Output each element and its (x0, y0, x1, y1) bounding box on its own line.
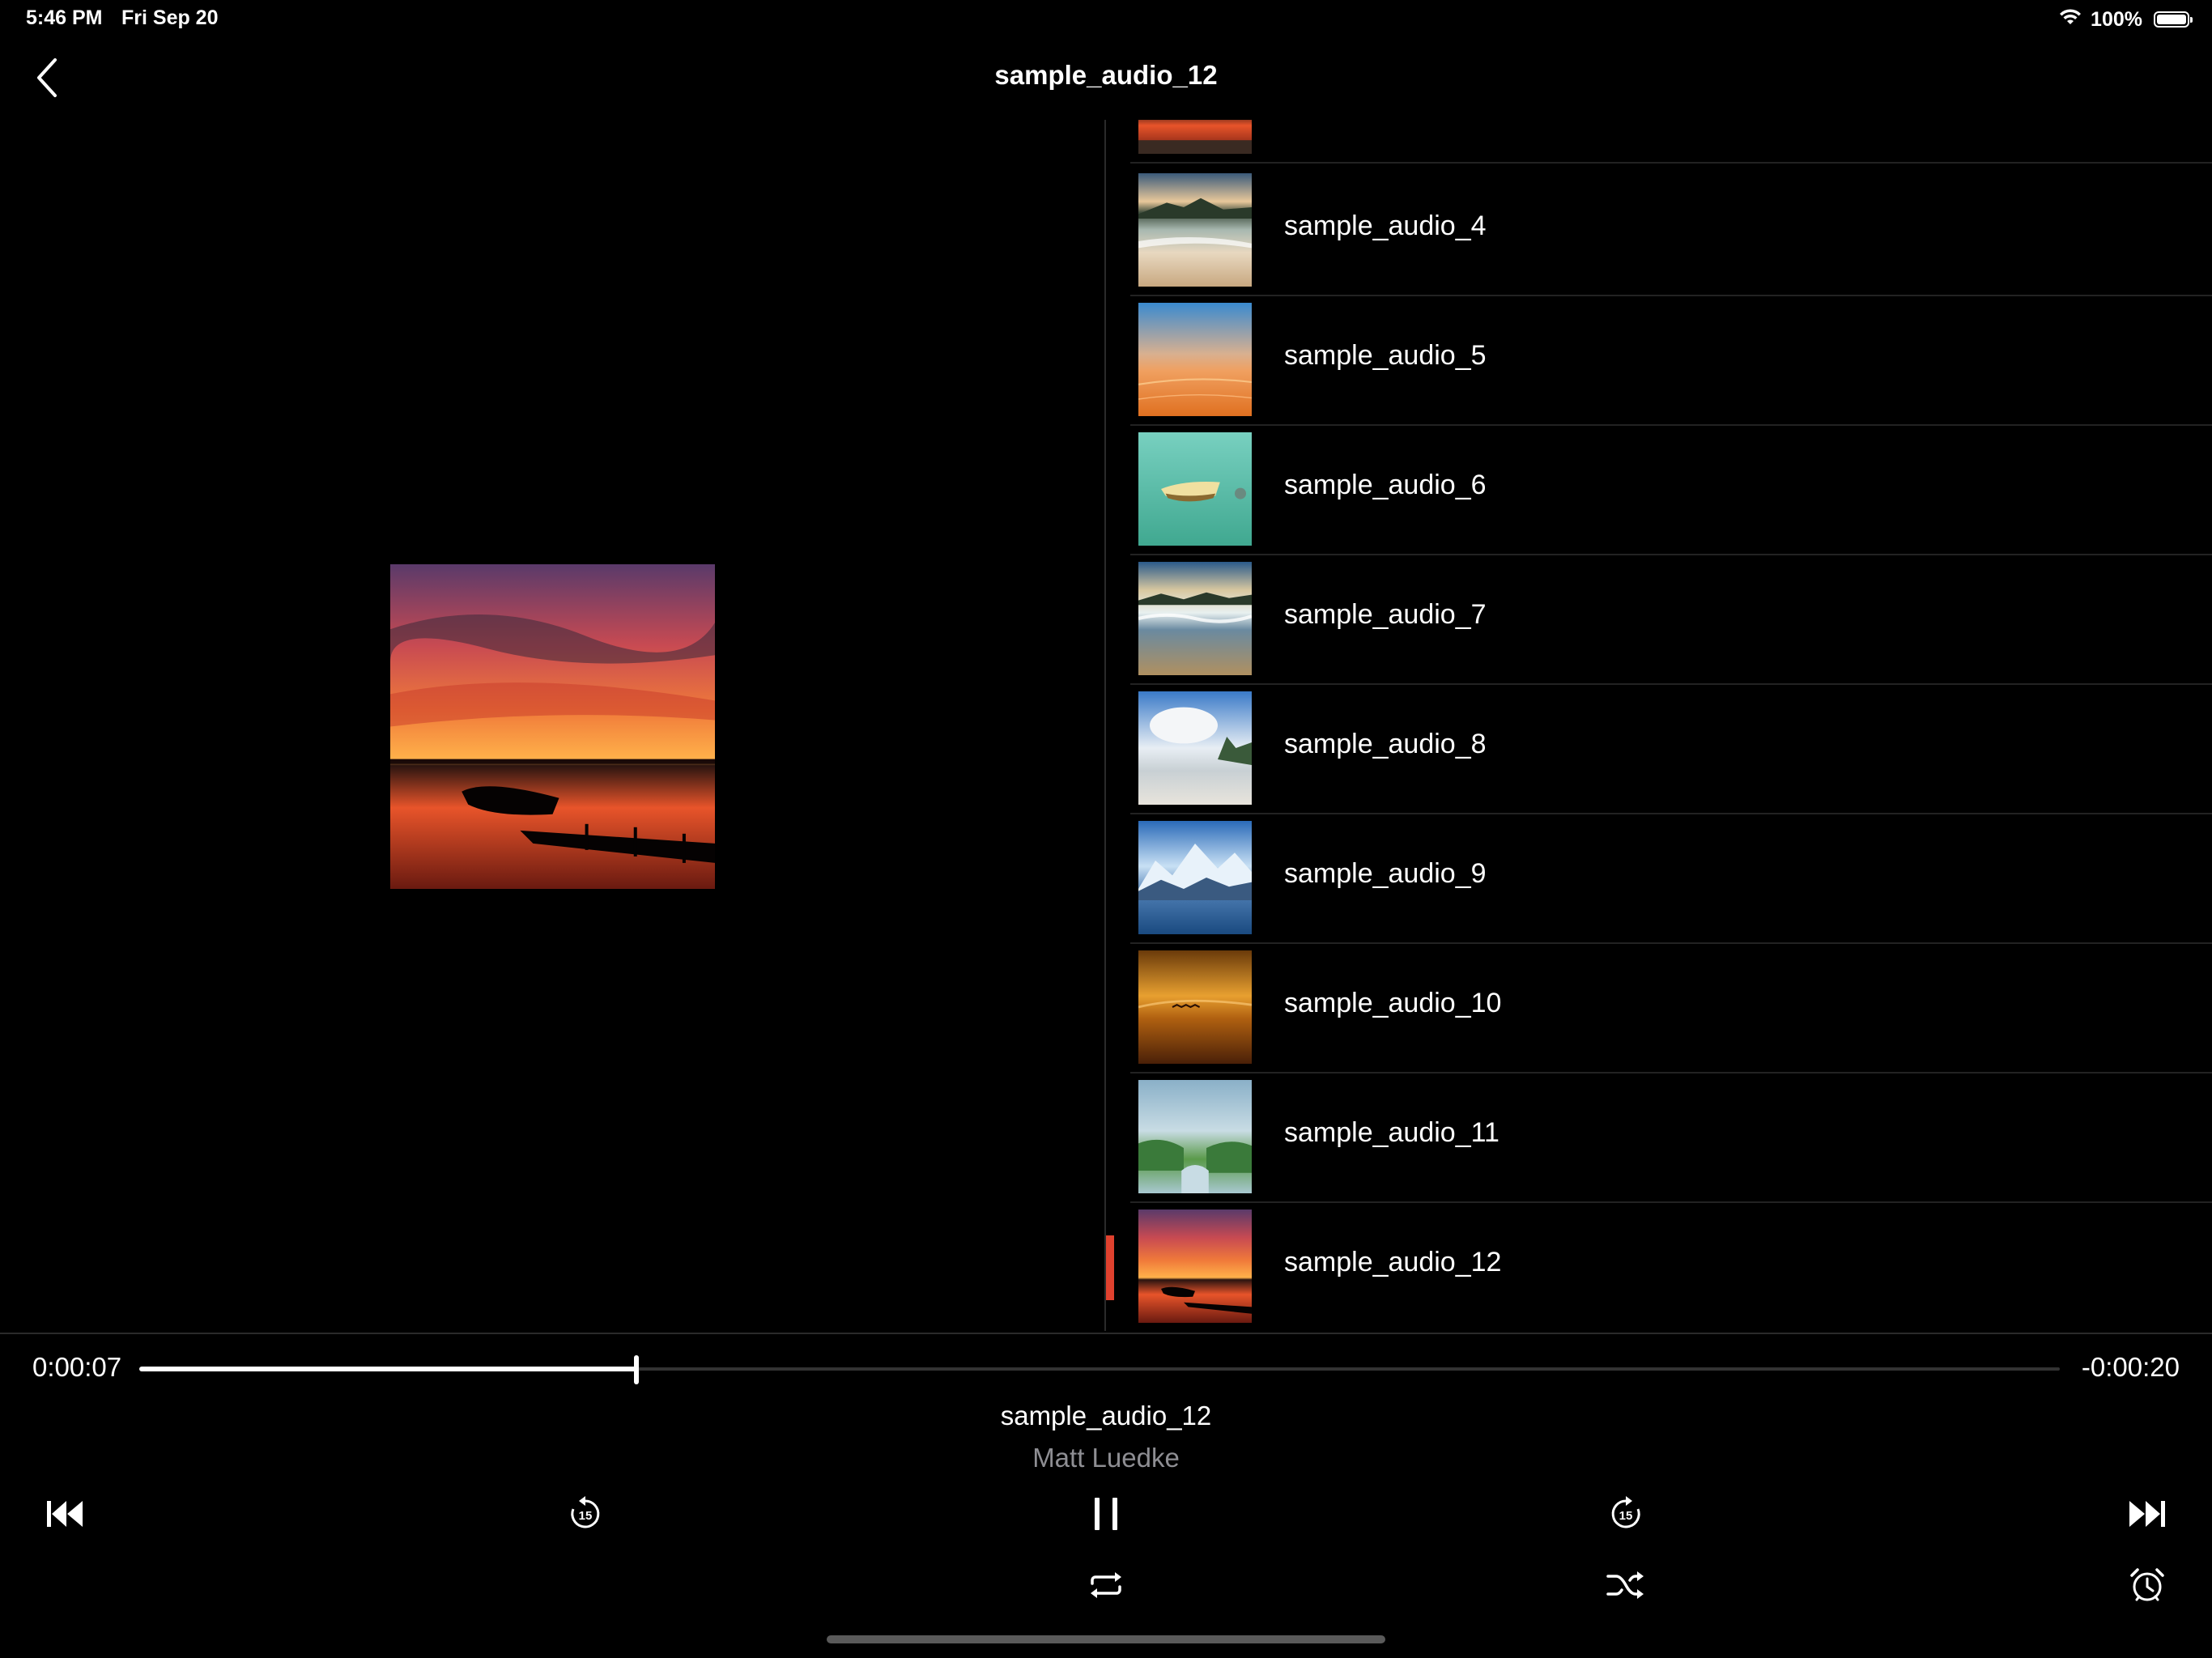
panel-divider (1104, 120, 1106, 1331)
track-label: sample_audio_11 (1284, 1117, 1499, 1148)
rewind-15-icon: 15 (565, 1494, 606, 1534)
track-artist: Matt Luedke (1032, 1443, 1180, 1473)
list-item-now-playing[interactable]: sample_audio_12 (1130, 1203, 2212, 1331)
track-title: sample_audio_12 (1000, 1401, 1212, 1431)
track-thumbnail (1138, 1209, 1252, 1323)
wifi-icon (2058, 8, 2082, 32)
page-title: sample_audio_12 (994, 60, 1218, 90)
list-item[interactable]: sample_audio_10 (1130, 944, 2212, 1073)
track-thumbnail (1138, 562, 1252, 675)
svg-text:15: 15 (579, 1509, 593, 1523)
status-time: 5:46 PM (26, 6, 103, 29)
list-item[interactable]: sample_audio_5 (1130, 296, 2212, 426)
status-bar: 5:46 PM Fri Sep 20 100% (0, 0, 2212, 39)
sleep-timer-button[interactable] (2115, 1553, 2180, 1618)
player-divider (0, 1333, 2212, 1334)
track-thumbnail (1138, 303, 1252, 416)
track-label: sample_audio_4 (1284, 210, 1487, 241)
shuffle-button[interactable] (1593, 1553, 1658, 1618)
album-artwork (390, 564, 715, 889)
list-item[interactable]: sample_audio_6 (1130, 426, 2212, 555)
list-item[interactable]: sample_audio_4 (1130, 167, 2212, 296)
pause-icon (1091, 1496, 1121, 1532)
repeat-icon (1087, 1571, 1125, 1600)
status-indicators: 100% (2058, 5, 2193, 34)
battery-full-icon (2154, 11, 2193, 28)
track-thumbnail (1138, 821, 1252, 934)
track-label: sample_audio_6 (1284, 470, 1487, 500)
battery-percentage: 100% (2091, 7, 2142, 31)
home-indicator[interactable] (827, 1635, 1385, 1643)
svg-text:15: 15 (1619, 1509, 1633, 1523)
rewind-15-button[interactable]: 15 (553, 1482, 618, 1546)
forward-15-icon: 15 (1606, 1494, 1646, 1534)
row-separator (1130, 162, 2212, 164)
track-label: sample_audio_8 (1284, 729, 1487, 759)
list-item[interactable]: sample_audio_9 (1130, 814, 2212, 944)
status-date: Fri Sep 20 (121, 6, 219, 29)
previous-track-button[interactable] (32, 1482, 97, 1546)
track-thumbnail (1138, 950, 1252, 1064)
track-thumbnail (1138, 120, 1252, 154)
list-item[interactable]: sample_audio_7 (1130, 555, 2212, 685)
track-thumbnail (1138, 691, 1252, 805)
track-thumbnail (1138, 173, 1252, 287)
list-item[interactable]: sample_audio_11 (1130, 1073, 2212, 1203)
list-item[interactable]: sample_audio_8 (1130, 685, 2212, 814)
track-label: sample_audio_7 (1284, 599, 1487, 630)
playlist: sample_audio_3 sample_audio_4 sample_aud… (1130, 120, 2212, 1331)
now-playing-indicator (1106, 1235, 1114, 1300)
alarm-clock-icon (2128, 1566, 2167, 1605)
list-item[interactable]: sample_audio_3 (1130, 120, 2212, 164)
elapsed-time: 0:00:07 (32, 1352, 122, 1382)
progress-slider[interactable] (139, 1355, 2060, 1384)
progress-thumb[interactable] (634, 1355, 640, 1384)
forward-15-button[interactable]: 15 (1593, 1482, 1658, 1546)
pause-button[interactable] (1074, 1482, 1138, 1546)
remaining-time: -0:00:20 (2081, 1352, 2180, 1382)
progress-fill (139, 1367, 637, 1371)
track-label: sample_audio_10 (1284, 988, 1502, 1018)
track-label: sample_audio_5 (1284, 340, 1487, 371)
track-label: sample_audio_12 (1284, 1247, 1502, 1278)
skip-back-icon (45, 1499, 84, 1528)
track-label: sample_audio_9 (1284, 858, 1487, 889)
track-thumbnail (1138, 432, 1252, 546)
track-thumbnail (1138, 1080, 1252, 1193)
next-track-button[interactable] (2115, 1482, 2180, 1546)
shuffle-icon (1606, 1570, 1645, 1601)
skip-forward-icon (2128, 1499, 2167, 1528)
repeat-button[interactable] (1074, 1553, 1138, 1618)
